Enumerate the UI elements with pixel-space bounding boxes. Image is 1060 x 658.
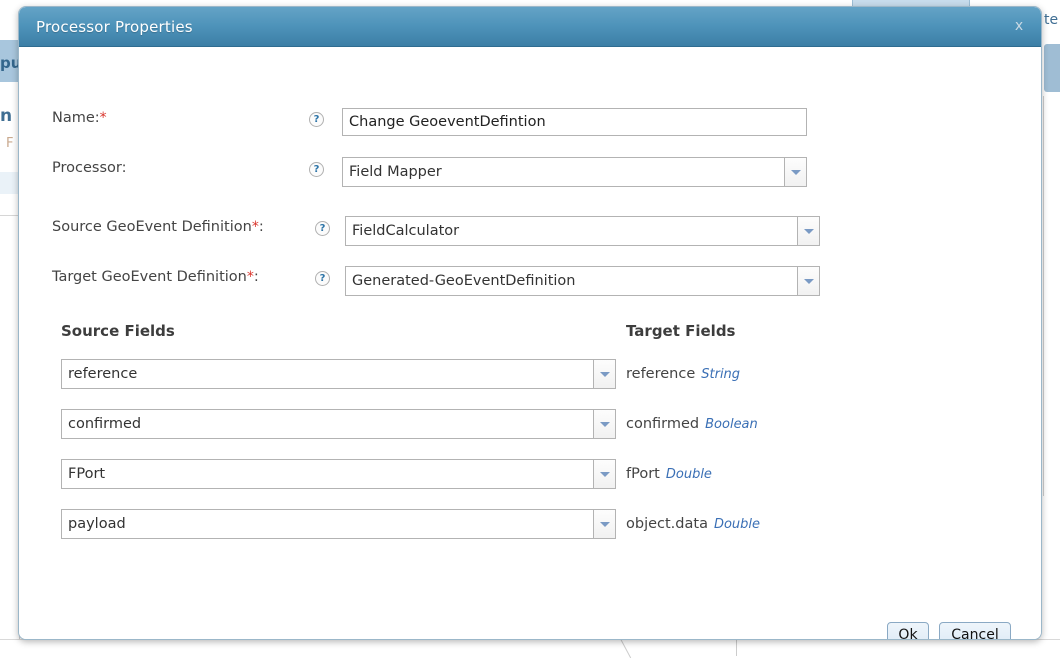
help-icon-name[interactable]: ?	[309, 112, 324, 127]
required-marker-source-definition: *	[251, 219, 259, 235]
target-field-type-0: String	[701, 367, 741, 382]
background-left-rule	[0, 215, 20, 216]
help-icon-target-definition[interactable]: ?	[315, 271, 330, 286]
target-field-row-0: reference String	[626, 366, 740, 382]
source-field-value-3: payload	[61, 509, 593, 539]
label-source-definition-suffix: :	[258, 219, 264, 235]
source-field-toggle-2[interactable]	[593, 459, 616, 489]
required-marker-target-definition: *	[246, 269, 254, 285]
label-processor: Processor:	[52, 160, 127, 176]
target-field-row-1: confirmed Boolean	[626, 416, 758, 432]
required-marker-name: *	[99, 110, 107, 126]
chevron-down-icon	[599, 522, 610, 527]
target-field-name-1: confirmed	[626, 416, 700, 432]
background-right-divider	[1043, 96, 1044, 496]
label-name-text: Name:	[52, 110, 100, 126]
processor-select-value: Field Mapper	[342, 157, 784, 187]
target-field-row-2: fPort Double	[626, 466, 712, 482]
label-target-definition-text: Target GeoEvent Definition	[52, 269, 247, 285]
label-source-definition: Source GeoEvent Definition*:	[52, 219, 264, 235]
source-geoevent-definition-value: FieldCalculator	[345, 216, 797, 246]
chevron-down-icon	[803, 279, 814, 284]
target-fields-heading: Target Fields	[626, 322, 736, 340]
close-icon[interactable]: x	[1011, 18, 1027, 34]
background-left-band	[0, 172, 20, 194]
processor-select[interactable]: Field Mapper	[342, 157, 807, 187]
chevron-down-icon	[803, 229, 814, 234]
source-geoevent-definition-toggle[interactable]	[797, 216, 820, 246]
background-right-panel	[1044, 44, 1060, 92]
help-icon-source-definition[interactable]: ?	[315, 221, 330, 236]
property-row-name: Name:* ? Change GeoeventDefintion	[19, 105, 1041, 136]
label-source-definition-text: Source GeoEvent Definition	[52, 219, 252, 235]
property-row-source-definition: Source GeoEvent Definition*: ? FieldCalc…	[19, 214, 1041, 246]
source-field-select-2[interactable]: FPort	[61, 459, 616, 489]
source-field-select-3[interactable]: payload	[61, 509, 616, 539]
source-field-select-1[interactable]: confirmed	[61, 409, 616, 439]
chevron-down-icon	[790, 170, 801, 175]
cancel-button[interactable]: Cancel	[939, 622, 1011, 639]
chevron-down-icon	[599, 372, 610, 377]
name-input[interactable]: Change GeoeventDefintion	[342, 108, 807, 136]
source-field-toggle-1[interactable]	[593, 409, 616, 439]
dialog-body: Name:* ? Change GeoeventDefintion Proces…	[19, 47, 1041, 639]
processor-select-toggle[interactable]	[784, 157, 807, 187]
target-field-name-3: object.data	[626, 516, 708, 532]
target-field-type-2: Double	[665, 467, 712, 482]
source-field-toggle-3[interactable]	[593, 509, 616, 539]
background-left-label-f: F	[6, 136, 14, 151]
target-geoevent-definition-value: Generated-GeoEventDefinition	[345, 266, 797, 296]
help-icon-processor[interactable]: ?	[309, 162, 324, 177]
target-geoevent-definition-select[interactable]: Generated-GeoEventDefinition	[345, 266, 820, 296]
processor-properties-dialog: Processor Properties x Name:* ? Change G…	[18, 6, 1042, 640]
source-geoevent-definition-select[interactable]: FieldCalculator	[345, 216, 820, 246]
source-field-value-1: confirmed	[61, 409, 593, 439]
source-field-select-0[interactable]: reference	[61, 359, 616, 389]
target-geoevent-definition-toggle[interactable]	[797, 266, 820, 296]
chevron-down-icon	[599, 422, 610, 427]
background-right-label: te	[1044, 12, 1059, 28]
property-row-target-definition: Target GeoEvent Definition*: ? Generated…	[19, 264, 1041, 296]
label-target-definition: Target GeoEvent Definition*:	[52, 269, 259, 285]
target-field-name-2: fPort	[626, 466, 660, 482]
target-field-type-1: Boolean	[705, 417, 758, 432]
target-field-name-0: reference	[626, 366, 696, 382]
dialog-title: Processor Properties	[36, 18, 193, 36]
source-field-value-0: reference	[61, 359, 593, 389]
source-fields-heading: Source Fields	[61, 322, 175, 340]
ok-button[interactable]: Ok	[887, 622, 929, 639]
background-left-label-n: n	[0, 106, 13, 126]
label-name: Name:*	[52, 110, 107, 126]
target-field-type-3: Double	[713, 517, 761, 532]
dialog-titlebar: Processor Properties x	[19, 7, 1041, 47]
source-field-value-2: FPort	[61, 459, 593, 489]
source-field-toggle-0[interactable]	[593, 359, 616, 389]
chevron-down-icon	[599, 472, 610, 477]
property-row-processor: Processor: ? Field Mapper	[19, 155, 1041, 187]
target-field-row-3: object.data Double	[626, 516, 760, 532]
label-target-definition-suffix: :	[253, 269, 259, 285]
